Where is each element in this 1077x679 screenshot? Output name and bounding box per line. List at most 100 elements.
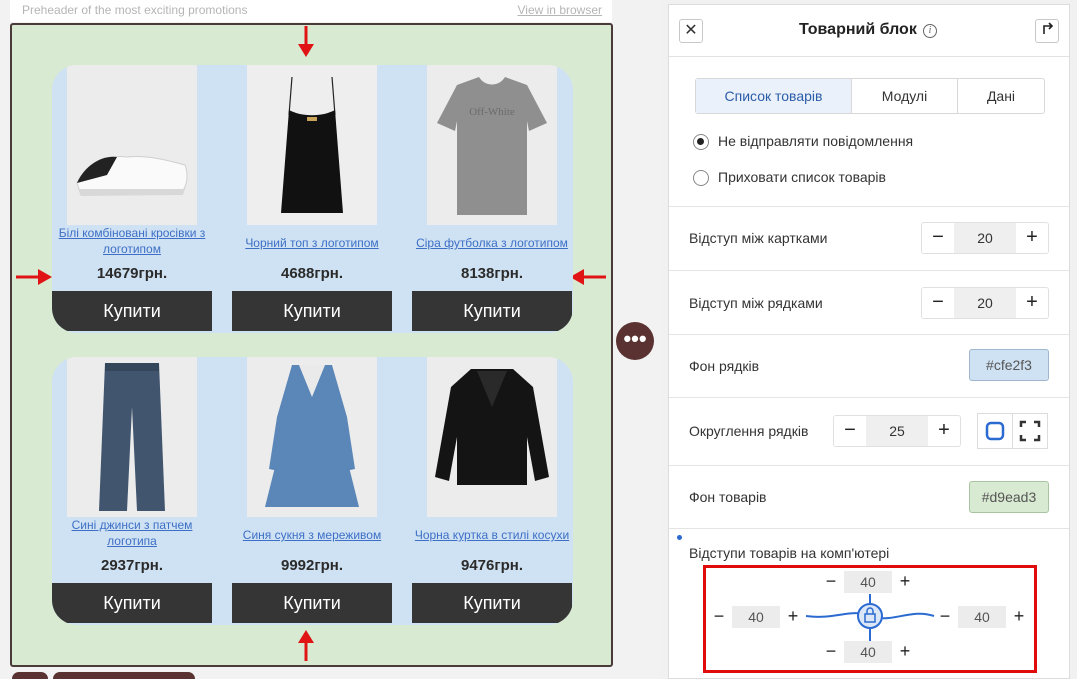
panel-tabs: Список товарів Модулі Дані — [695, 78, 1045, 114]
divider — [669, 270, 1069, 271]
padding-bottom-stepper: − 40 + — [818, 641, 918, 663]
padding-left-value[interactable]: 40 — [732, 606, 780, 628]
minus-button[interactable]: − — [818, 641, 844, 663]
padding-top-value[interactable]: 40 — [844, 571, 892, 593]
preheader-text: Preheader of the most exciting promotion… — [22, 3, 248, 17]
collapse-icon[interactable] — [1035, 19, 1059, 43]
info-icon[interactable]: i — [923, 24, 937, 38]
plus-button[interactable]: + — [892, 571, 918, 593]
panel-header: ✕ Товарний блок i — [669, 5, 1069, 57]
row-radius-stepper: − 25 + — [833, 415, 961, 447]
card-gap-value[interactable]: 20 — [954, 223, 1016, 253]
row-gap-label: Відступ між рядками — [689, 295, 823, 311]
divider — [669, 528, 1069, 529]
product-bg-label: Фон товарів — [689, 489, 767, 505]
more-options-button[interactable]: ••• — [616, 322, 654, 360]
product-card: Чорний топ з логотипом 4688грн. Купити — [232, 65, 392, 333]
minus-button[interactable]: − — [932, 606, 958, 628]
sneaker-image[interactable] — [67, 65, 197, 225]
leather-jacket-image[interactable] — [427, 357, 557, 517]
padding-right-stepper: − 40 + — [932, 606, 1032, 628]
card-gap-stepper: − 20 + — [921, 222, 1049, 254]
padding-right-value[interactable]: 40 — [958, 606, 1006, 628]
view-in-browser-link[interactable]: View in browser — [518, 3, 602, 17]
padding-bottom-value[interactable]: 40 — [844, 641, 892, 663]
divider — [669, 334, 1069, 335]
product-card: Чорна куртка в стилі косухи 9476грн. Куп… — [412, 357, 572, 625]
black-top-image[interactable] — [247, 65, 377, 225]
product-name-link[interactable]: Чорна куртка в стилі косухи — [412, 527, 572, 543]
radio-dont-send[interactable]: Не відправляти повідомлення — [693, 133, 914, 151]
divider — [669, 206, 1069, 207]
tab-modules[interactable]: Модулі — [852, 79, 958, 113]
buy-button[interactable]: Купити — [232, 583, 392, 623]
email-preview: Preheader of the most exciting promotion… — [0, 0, 660, 679]
bottom-toolbar-button[interactable] — [12, 672, 48, 679]
product-price: 14679грн. — [96, 265, 168, 282]
plus-button[interactable]: + — [892, 641, 918, 663]
plus-button[interactable]: + — [1006, 606, 1032, 628]
settings-panel: ✕ Товарний блок i Список товарів Модулі … — [668, 4, 1070, 679]
minus-button[interactable]: − — [922, 223, 954, 253]
minus-button[interactable]: − — [818, 571, 844, 593]
arrow-up-icon — [298, 630, 314, 661]
plus-button[interactable]: + — [1016, 288, 1048, 318]
minus-button[interactable]: − — [922, 288, 954, 318]
buy-button[interactable]: Купити — [232, 291, 392, 331]
padding-label: Відступи товарів на комп'ютері — [689, 545, 890, 561]
individual-corners-toggle[interactable] — [1012, 413, 1048, 449]
minus-button[interactable]: − — [706, 606, 732, 628]
svg-text:Off-White: Off-White — [469, 106, 515, 118]
product-name-link[interactable]: Сині джинси з патчем логотипа — [52, 517, 212, 549]
radio-label: Не відправляти повідомлення — [718, 133, 914, 149]
rounded-corners-toggle[interactable] — [977, 413, 1013, 449]
product-row-2: Сині джинси з патчем логотипа 2937грн. К… — [52, 357, 573, 625]
buy-button[interactable]: Купити — [412, 583, 572, 623]
plus-button[interactable]: + — [928, 416, 960, 446]
close-icon[interactable]: ✕ — [679, 19, 703, 43]
divider — [669, 465, 1069, 466]
row-gap-stepper: − 20 + — [921, 287, 1049, 319]
padding-highlight-box: − 40 + − 40 + − 40 + − 40 + — [703, 565, 1037, 673]
product-card: Білі комбіновані кросівки з логотипом 14… — [52, 65, 212, 333]
product-price: 9476грн. — [460, 557, 523, 574]
product-price: 4688грн. — [280, 265, 343, 282]
card-gap-label: Відступ між картками — [689, 230, 828, 246]
product-name-link[interactable]: Сіра футболка з логотипом — [412, 235, 572, 251]
row-gap-value[interactable]: 20 — [954, 288, 1016, 318]
product-price: 2937грн. — [100, 557, 163, 574]
plus-button[interactable]: + — [780, 606, 806, 628]
product-name-link[interactable]: Чорний топ з логотипом — [232, 235, 392, 251]
radio-unchecked-icon[interactable] — [693, 170, 709, 187]
radio-hide-list[interactable]: Приховати список товарів — [693, 169, 886, 187]
blue-dress-image[interactable] — [247, 357, 377, 517]
product-name-link[interactable]: Білі комбіновані кросівки з логотипом — [52, 225, 212, 257]
product-price: 9992грн. — [280, 557, 343, 574]
product-bg-color-swatch[interactable]: #d9ead3 — [969, 481, 1049, 513]
app-root: Preheader of the most exciting promotion… — [0, 0, 1077, 679]
radio-checked-icon[interactable] — [693, 134, 709, 151]
minus-button[interactable]: − — [834, 416, 866, 446]
buy-button[interactable]: Купити — [52, 583, 212, 623]
divider — [669, 397, 1069, 398]
grey-tshirt-image[interactable]: Off-White — [427, 65, 557, 225]
tab-product-list[interactable]: Список товарів — [696, 79, 852, 113]
buy-button[interactable]: Купити — [412, 291, 572, 331]
product-card: Off-White Сіра футболка з логотипом 8138… — [412, 65, 572, 333]
row-bg-color-swatch[interactable]: #cfe2f3 — [969, 349, 1049, 381]
arrow-right-icon — [16, 269, 52, 285]
plus-button[interactable]: + — [1016, 223, 1048, 253]
product-name-link[interactable]: Синя сукня з мереживом — [232, 527, 392, 543]
preheader: Preheader of the most exciting promotion… — [10, 0, 612, 22]
tab-data[interactable]: Дані — [958, 79, 1044, 113]
arrow-left-icon — [570, 269, 606, 285]
product-block[interactable]: Білі комбіновані кросівки з логотипом 14… — [10, 23, 613, 667]
buy-button[interactable]: Купити — [52, 291, 212, 331]
arrow-down-icon — [298, 26, 314, 57]
bottom-toolbar-pill[interactable] — [53, 672, 195, 679]
row-radius-label: Округлення рядків — [689, 423, 809, 439]
jeans-image[interactable] — [67, 357, 197, 517]
panel-title: Товарний блок — [799, 21, 917, 38]
radio-label: Приховати список товарів — [718, 169, 886, 185]
row-radius-value[interactable]: 25 — [866, 416, 928, 446]
